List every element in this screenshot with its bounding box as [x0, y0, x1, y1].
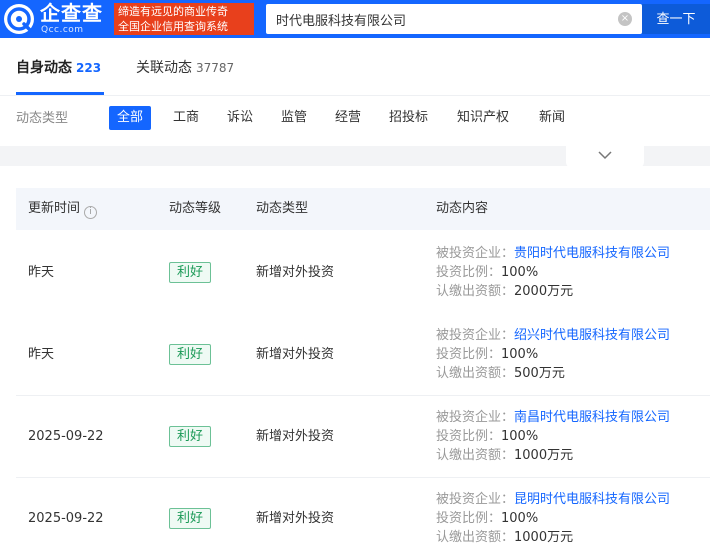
tab-label: 自身动态 — [16, 60, 72, 76]
level-badge: 利好 — [169, 262, 211, 283]
search-input[interactable] — [276, 4, 606, 34]
level-badge: 利好 — [169, 508, 211, 529]
update-time: 2025-09-22 — [28, 511, 104, 526]
top-header: 企查查 Qcc.com 缔造有远见的商业传奇 全国企业信用查询系统 × 查一下 — [0, 0, 710, 38]
field-label: 认缴出资额： — [436, 284, 515, 299]
amount-value: 1000万元 — [514, 530, 574, 545]
slogan-line-1: 缔造有远见的商业传奇 — [118, 5, 228, 18]
detail-amount: 认缴出资额：1000万元 — [436, 446, 573, 465]
tab-label: 关联动态 — [136, 60, 192, 76]
company-link[interactable]: 贵阳时代电服科技有限公司 — [514, 246, 670, 261]
tab-count: 37787 — [196, 61, 235, 75]
detail-ratio: 投资比例：100% — [436, 263, 538, 282]
field-label: 投资比例： — [436, 429, 502, 444]
tab-related-dynamics[interactable]: 关联动态 37787 — [136, 58, 234, 78]
detail-ratio: 投资比例：100% — [436, 509, 538, 528]
header-label: 更新时间 — [28, 201, 81, 216]
table-row: 2025-09-22 利好 新增对外投资 被投资企业：南昌时代电服科技有限公司 … — [16, 395, 710, 477]
detail-company: 被投资企业：绍兴时代电服科技有限公司 — [436, 326, 670, 345]
detail-company: 被投资企业：昆明时代电服科技有限公司 — [436, 490, 670, 509]
field-label: 被投资企业： — [436, 492, 515, 507]
tab-bar: 自身动态 223 关联动态 37787 — [0, 38, 710, 96]
slogan-line-2: 全国企业信用查询系统 — [118, 20, 228, 33]
detail-company: 被投资企业：贵阳时代电服科技有限公司 — [436, 244, 670, 263]
filter-chip-all[interactable]: 全部 — [109, 106, 152, 130]
amount-value: 500万元 — [514, 366, 565, 381]
logo-domain: Qcc.com — [41, 25, 84, 35]
table-row: 昨天 利好 新增对外投资 被投资企业：绍兴时代电服科技有限公司 投资比例：100… — [16, 314, 710, 396]
field-label: 认缴出资额： — [436, 530, 515, 545]
field-label: 投资比例： — [436, 347, 502, 362]
active-tab-indicator — [16, 92, 104, 95]
filter-chip-business[interactable]: 工商 — [165, 106, 207, 130]
header-type: 动态类型 — [256, 201, 309, 216]
chevron-down-icon — [598, 151, 612, 160]
tab-self-dynamics[interactable]: 自身动态 223 — [16, 58, 101, 78]
detail-ratio: 投资比例：100% — [436, 345, 538, 364]
logo-text[interactable]: 企查查 — [40, 1, 103, 25]
dynamic-type: 新增对外投资 — [256, 265, 335, 280]
field-label: 认缴出资额： — [436, 366, 515, 381]
qcc-logo-icon[interactable] — [4, 4, 34, 34]
field-label: 被投资企业： — [436, 410, 515, 425]
dynamic-type: 新增对外投资 — [256, 511, 335, 526]
table-row: 2025-09-22 利好 新增对外投资 被投资企业：昆明时代电服科技有限公司 … — [16, 477, 710, 556]
level-badge: 利好 — [169, 344, 211, 365]
company-link[interactable]: 昆明时代电服科技有限公司 — [514, 492, 670, 507]
amount-value: 1000万元 — [514, 448, 574, 463]
ratio-value: 100% — [501, 511, 539, 526]
dynamic-type: 新增对外投资 — [256, 429, 335, 444]
header-content: 动态内容 — [436, 201, 489, 216]
field-label: 投资比例： — [436, 265, 502, 280]
amount-value: 2000万元 — [514, 284, 574, 299]
ratio-value: 100% — [501, 429, 539, 444]
detail-company: 被投资企业：南昌时代电服科技有限公司 — [436, 408, 670, 427]
expand-filter-toggle[interactable] — [566, 138, 644, 168]
detail-amount: 认缴出资额：2000万元 — [436, 282, 573, 301]
filter-chip-regulation[interactable]: 监管 — [273, 106, 315, 130]
filter-chip-operation[interactable]: 经营 — [327, 106, 369, 130]
dynamics-panel: 自身动态 223 关联动态 37787 动态类型 全部 工商 诉讼 监管 经营 招投… — [0, 38, 710, 556]
header-update-time: 更新时间 i — [28, 188, 98, 230]
level-badge: 利好 — [169, 426, 211, 447]
slogan-banner: 缔造有远见的商业传奇 全国企业信用查询系统 — [114, 3, 254, 35]
detail-amount: 认缴出资额：500万元 — [436, 364, 565, 383]
info-icon[interactable]: i — [84, 206, 98, 219]
clear-icon[interactable]: × — [618, 12, 632, 26]
tab-count: 223 — [76, 61, 102, 75]
update-time: 昨天 — [28, 347, 55, 362]
dynamic-type: 新增对外投资 — [256, 347, 335, 362]
update-time: 昨天 — [28, 265, 55, 280]
field-label: 投资比例： — [436, 511, 502, 526]
company-link[interactable]: 南昌时代电服科技有限公司 — [514, 410, 670, 425]
filter-chip-ip[interactable]: 知识产权 — [449, 106, 517, 130]
filter-label: 动态类型 — [16, 111, 69, 126]
company-link[interactable]: 绍兴时代电服科技有限公司 — [514, 328, 670, 343]
field-label: 被投资企业： — [436, 328, 515, 343]
detail-ratio: 投资比例：100% — [436, 427, 538, 446]
ratio-value: 100% — [501, 347, 539, 362]
search-button[interactable]: 查一下 — [642, 4, 710, 34]
table-header: 更新时间 i 动态等级 动态类型 动态内容 — [16, 188, 710, 230]
field-label: 认缴出资额： — [436, 448, 515, 463]
field-label: 被投资企业： — [436, 246, 515, 261]
search-box: × — [266, 4, 642, 34]
ratio-value: 100% — [501, 265, 539, 280]
header-level: 动态等级 — [169, 201, 222, 216]
table-row: 昨天 利好 新增对外投资 被投资企业：贵阳时代电服科技有限公司 投资比例：100… — [16, 232, 710, 314]
detail-amount: 认缴出资额：1000万元 — [436, 528, 573, 547]
filter-chip-news[interactable]: 新闻 — [531, 106, 573, 130]
update-time: 2025-09-22 — [28, 429, 104, 444]
filter-chip-bidding[interactable]: 招投标 — [381, 106, 436, 130]
filter-chip-litigation[interactable]: 诉讼 — [219, 106, 261, 130]
